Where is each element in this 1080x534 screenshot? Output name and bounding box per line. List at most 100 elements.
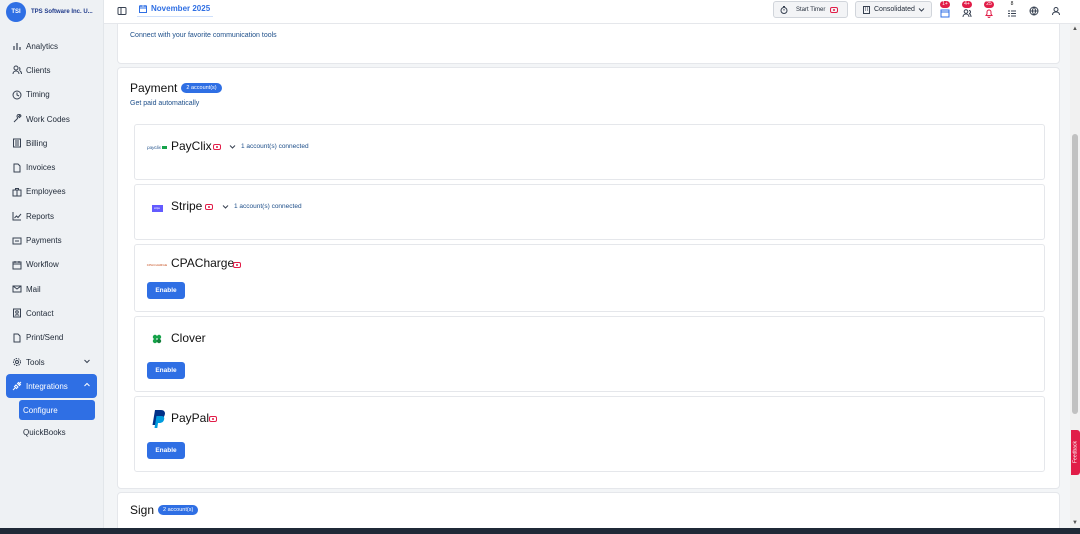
- provider-name: PayPal: [171, 411, 210, 425]
- app-window: TSI TPS Software Inc. U... Analytics Cli…: [0, 0, 1080, 534]
- start-timer-button[interactable]: Start Timer: [773, 1, 848, 18]
- sidebar-item-timing[interactable]: Timing: [0, 83, 103, 107]
- payment-section: Payment 2 account(s) Get paid automatica…: [117, 67, 1060, 489]
- cpacharge-logo: CPACHARGE: [146, 263, 168, 267]
- sidebar-item-billing[interactable]: Billing: [0, 131, 103, 155]
- sidebar-item-label: Print/Send: [26, 333, 64, 343]
- sidebar-item-invoices[interactable]: Invoices: [0, 155, 103, 179]
- sidebar-item-label: Billing: [26, 138, 48, 148]
- os-taskbar: [0, 528, 1080, 534]
- sidebar-item-print-send[interactable]: Print/Send: [0, 326, 103, 350]
- calendar-icon: [940, 9, 950, 18]
- sidebar-item-reports[interactable]: Reports: [0, 204, 103, 228]
- sidebar-item-employees[interactable]: Employees: [0, 180, 103, 204]
- sidebar-item-label: Payments: [26, 236, 62, 246]
- sidebar-item-mail[interactable]: Mail: [0, 277, 103, 301]
- sidebar-item-label: Workflow: [26, 260, 59, 270]
- document-icon: [12, 163, 22, 173]
- enable-paypal-button[interactable]: Enable: [147, 442, 185, 459]
- sidebar-item-payments[interactable]: Payments: [0, 228, 103, 252]
- chevron-down-icon[interactable]: [222, 203, 229, 210]
- payclix-logo: payclix: [147, 140, 167, 154]
- sidebar-nav: Analytics Clients Timing Work Codes Bill…: [0, 34, 103, 399]
- video-icon[interactable]: [830, 6, 839, 13]
- stopwatch-icon: [780, 5, 788, 14]
- calendar-notifications[interactable]: 1+: [940, 1, 950, 18]
- sidebar-item-clients[interactable]: Clients: [0, 58, 103, 82]
- enable-cpacharge-button[interactable]: Enable: [147, 282, 185, 299]
- users-notifications[interactable]: 4+: [962, 1, 972, 18]
- submenu-item-configure[interactable]: Configure: [19, 400, 95, 421]
- sidebar-item-workflow[interactable]: Workflow: [0, 253, 103, 277]
- globe-icon[interactable]: [1029, 6, 1039, 16]
- sidebar-item-label: Employees: [26, 187, 66, 197]
- bell-icon: [985, 9, 993, 18]
- chevron-down-icon[interactable]: [83, 357, 91, 365]
- video-tutorial-icon[interactable]: [209, 416, 217, 422]
- view-select-label: Consolidated: [874, 6, 915, 13]
- chevron-up-icon[interactable]: [83, 381, 91, 389]
- provider-card-paypal: PayPal Enable: [134, 396, 1045, 472]
- view-select[interactable]: Consolidated: [855, 1, 932, 18]
- video-tutorial-icon[interactable]: [205, 204, 213, 210]
- sidebar-item-label: Clients: [26, 65, 51, 75]
- enable-clover-button[interactable]: Enable: [147, 362, 185, 379]
- sign-header: Sign 2 account(s): [130, 503, 199, 517]
- payment-icon: [12, 236, 22, 246]
- chevron-down-icon[interactable]: [229, 143, 236, 150]
- sidebar-item-contact[interactable]: Contact: [0, 301, 103, 325]
- feedback-tab[interactable]: Feedback: [1071, 430, 1080, 475]
- payment-description: Get paid automatically: [130, 100, 200, 107]
- sign-title: Sign: [130, 503, 155, 517]
- provider-name: CPACharge: [171, 256, 235, 270]
- provider-name: Clover: [171, 331, 206, 345]
- sidebar-item-label: Timing: [26, 90, 50, 100]
- clover-logo: [147, 332, 167, 346]
- tasks-icon: [1008, 10, 1016, 17]
- analytics-icon: [12, 41, 22, 51]
- users-badge: 4+: [962, 1, 972, 8]
- stripe-logo: stripe: [147, 201, 167, 215]
- chart-icon: [12, 211, 22, 221]
- sidebar-item-integrations[interactable]: Integrations: [6, 374, 97, 399]
- video-tutorial-icon[interactable]: [213, 144, 221, 150]
- connected-accounts-link[interactable]: 1 account(s) connected: [234, 203, 302, 210]
- company-name[interactable]: TPS Software Inc. U...: [31, 9, 93, 15]
- gear-icon: [12, 357, 22, 367]
- scroll-up-arrow[interactable]: ▲: [1072, 26, 1078, 32]
- sidebar-item-analytics[interactable]: Analytics: [0, 34, 103, 58]
- provider-card-payclix: payclix PayClix 1 account(s) connected: [134, 124, 1045, 180]
- integrations-content: Connect with your favorite communication…: [104, 24, 1070, 528]
- scroll-down-arrow[interactable]: ▼: [1072, 520, 1078, 526]
- connected-accounts-link[interactable]: 1 account(s) connected: [241, 143, 309, 150]
- scroll-thumb[interactable]: [1072, 134, 1078, 414]
- tasks-badge: 8: [1010, 1, 1014, 7]
- sidebar-item-work-codes[interactable]: Work Codes: [0, 107, 103, 131]
- provider-card-clover: Clover Enable: [134, 316, 1045, 392]
- bell-badge: 25: [984, 1, 994, 8]
- contact-icon: [12, 308, 22, 318]
- sidebar-toggle-icon[interactable]: [117, 6, 127, 16]
- sidebar-item-tools[interactable]: Tools: [0, 350, 103, 374]
- submenu-item-quickbooks[interactable]: QuickBooks: [19, 422, 95, 442]
- sidebar-item-label: Work Codes: [26, 114, 70, 124]
- user-icon[interactable]: [1051, 6, 1061, 16]
- month-underline: [137, 16, 213, 17]
- calendar-icon: [139, 4, 147, 13]
- integrations-submenu: Configure QuickBooks: [19, 400, 95, 442]
- billing-icon: [12, 138, 22, 148]
- provider-card-cpacharge: CPACHARGE CPACharge Enable: [134, 244, 1045, 312]
- paypal-logo: [147, 409, 167, 429]
- month-selector[interactable]: November 2025: [139, 4, 210, 13]
- workflow-icon: [12, 260, 22, 270]
- tasks-notifications[interactable]: 8: [1007, 1, 1017, 17]
- brand[interactable]: TSI TPS Software Inc. U...: [0, 0, 103, 24]
- payment-accounts-badge: 2 account(s): [181, 83, 222, 93]
- print-icon: [12, 333, 22, 343]
- bell-notifications[interactable]: 25: [984, 1, 994, 18]
- video-tutorial-icon[interactable]: [233, 262, 241, 268]
- sidebar-item-label: Tools: [26, 357, 45, 367]
- start-timer-label: Start Timer: [796, 6, 826, 13]
- company-avatar[interactable]: TSI: [6, 2, 26, 22]
- sidebar-item-label: Analytics: [26, 41, 59, 51]
